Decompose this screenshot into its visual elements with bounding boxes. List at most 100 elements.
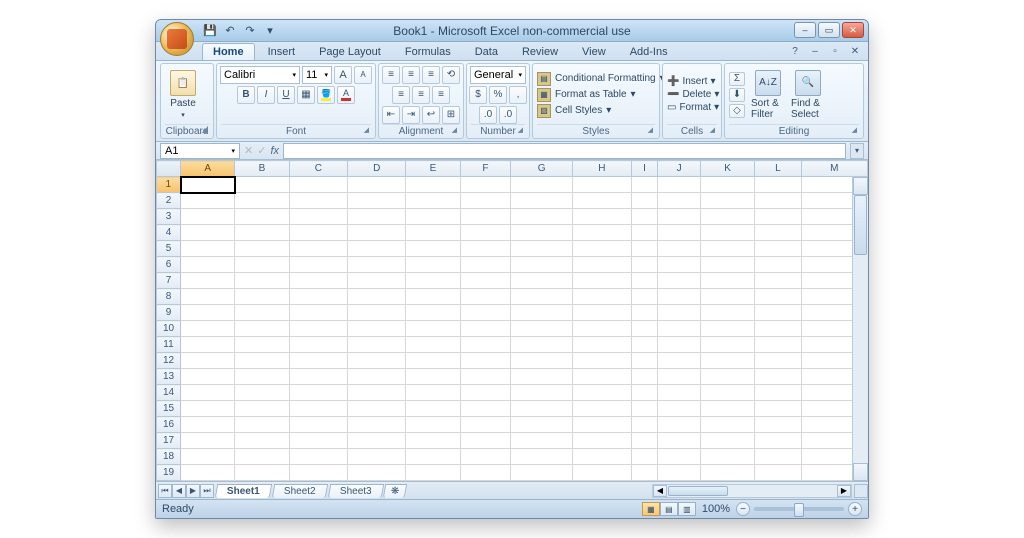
expand-formula-bar-icon[interactable]: ▾ bbox=[850, 143, 864, 159]
cell-A11[interactable] bbox=[181, 337, 235, 353]
sort-filter-button[interactable]: A↓Z Sort & Filter bbox=[751, 70, 785, 120]
cell-D16[interactable] bbox=[348, 417, 406, 433]
cell-B8[interactable] bbox=[235, 289, 289, 305]
cell-J2[interactable] bbox=[658, 193, 701, 209]
cell-H13[interactable] bbox=[573, 369, 631, 385]
cell-H8[interactable] bbox=[573, 289, 631, 305]
cell-J5[interactable] bbox=[658, 241, 701, 257]
cell-F5[interactable] bbox=[460, 241, 510, 257]
cell-B10[interactable] bbox=[235, 321, 289, 337]
cell-B6[interactable] bbox=[235, 257, 289, 273]
minimize-button[interactable]: – bbox=[794, 22, 816, 38]
cell-H7[interactable] bbox=[573, 273, 631, 289]
horizontal-scrollbar[interactable]: ◀▶ bbox=[652, 484, 852, 498]
cell-G1[interactable] bbox=[511, 177, 573, 193]
cell-J19[interactable] bbox=[658, 465, 701, 481]
cell-A13[interactable] bbox=[181, 369, 235, 385]
cell-H14[interactable] bbox=[573, 385, 631, 401]
cell-L11[interactable] bbox=[755, 337, 801, 353]
cell-B16[interactable] bbox=[235, 417, 289, 433]
cell-J17[interactable] bbox=[658, 433, 701, 449]
cell-L8[interactable] bbox=[755, 289, 801, 305]
cell-D11[interactable] bbox=[348, 337, 406, 353]
cell-F3[interactable] bbox=[460, 209, 510, 225]
cell-C16[interactable] bbox=[289, 417, 347, 433]
cell-G8[interactable] bbox=[511, 289, 573, 305]
cell-E19[interactable] bbox=[406, 465, 460, 481]
font-size-combo[interactable]: 11▾ bbox=[302, 66, 332, 84]
prev-sheet-button[interactable]: ◀ bbox=[172, 484, 186, 498]
cell-E5[interactable] bbox=[406, 241, 460, 257]
cell-A2[interactable] bbox=[181, 193, 235, 209]
cell-J3[interactable] bbox=[658, 209, 701, 225]
cell-B18[interactable] bbox=[235, 449, 289, 465]
cell-E17[interactable] bbox=[406, 433, 460, 449]
cell-F4[interactable] bbox=[460, 225, 510, 241]
cell-B12[interactable] bbox=[235, 353, 289, 369]
font-name-combo[interactable]: Calibri▾ bbox=[220, 66, 300, 84]
cell-J14[interactable] bbox=[658, 385, 701, 401]
row-header-15[interactable]: 15 bbox=[157, 401, 181, 417]
page-layout-view-button[interactable]: ▤ bbox=[660, 502, 678, 516]
close-button[interactable]: ✕ bbox=[842, 22, 864, 38]
merge-center-button[interactable]: ⊞ bbox=[442, 106, 460, 124]
next-sheet-button[interactable]: ▶ bbox=[186, 484, 200, 498]
cell-J12[interactable] bbox=[658, 353, 701, 369]
sheet-tab-sheet3[interactable]: Sheet3 bbox=[327, 484, 383, 498]
cell-J8[interactable] bbox=[658, 289, 701, 305]
save-icon[interactable]: 💾 bbox=[202, 23, 218, 39]
cell-H3[interactable] bbox=[573, 209, 631, 225]
cell-F9[interactable] bbox=[460, 305, 510, 321]
align-middle-button[interactable]: ≡ bbox=[402, 66, 420, 84]
percent-format-button[interactable]: % bbox=[489, 86, 507, 104]
cell-C12[interactable] bbox=[289, 353, 347, 369]
cell-I15[interactable] bbox=[631, 401, 658, 417]
cell-F10[interactable] bbox=[460, 321, 510, 337]
cell-K18[interactable] bbox=[700, 449, 754, 465]
cell-I7[interactable] bbox=[631, 273, 658, 289]
cell-G19[interactable] bbox=[511, 465, 573, 481]
cell-D19[interactable] bbox=[348, 465, 406, 481]
cell-G2[interactable] bbox=[511, 193, 573, 209]
cell-K1[interactable] bbox=[700, 177, 754, 193]
col-header-L[interactable]: L bbox=[755, 161, 801, 177]
cell-A14[interactable] bbox=[181, 385, 235, 401]
row-header-9[interactable]: 9 bbox=[157, 305, 181, 321]
cell-C7[interactable] bbox=[289, 273, 347, 289]
row-header-5[interactable]: 5 bbox=[157, 241, 181, 257]
cell-C4[interactable] bbox=[289, 225, 347, 241]
cell-E18[interactable] bbox=[406, 449, 460, 465]
align-top-button[interactable]: ≡ bbox=[382, 66, 400, 84]
cell-B14[interactable] bbox=[235, 385, 289, 401]
cell-L9[interactable] bbox=[755, 305, 801, 321]
accounting-format-button[interactable]: $ bbox=[469, 86, 487, 104]
row-header-3[interactable]: 3 bbox=[157, 209, 181, 225]
cell-A18[interactable] bbox=[181, 449, 235, 465]
cell-L3[interactable] bbox=[755, 209, 801, 225]
row-header-12[interactable]: 12 bbox=[157, 353, 181, 369]
cell-C14[interactable] bbox=[289, 385, 347, 401]
cell-C6[interactable] bbox=[289, 257, 347, 273]
maximize-button[interactable]: ▭ bbox=[818, 22, 840, 38]
cell-H6[interactable] bbox=[573, 257, 631, 273]
align-bottom-button[interactable]: ≡ bbox=[422, 66, 440, 84]
col-header-C[interactable]: C bbox=[289, 161, 347, 177]
cell-K7[interactable] bbox=[700, 273, 754, 289]
cell-F2[interactable] bbox=[460, 193, 510, 209]
col-header-F[interactable]: F bbox=[460, 161, 510, 177]
cell-F7[interactable] bbox=[460, 273, 510, 289]
zoom-slider[interactable] bbox=[754, 507, 844, 511]
align-right-button[interactable]: ≡ bbox=[432, 86, 450, 104]
cell-styles-button[interactable]: ▧Cell Styles ▾ bbox=[537, 104, 665, 118]
cell-A10[interactable] bbox=[181, 321, 235, 337]
cell-B1[interactable] bbox=[235, 177, 289, 193]
col-header-D[interactable]: D bbox=[348, 161, 406, 177]
row-header-19[interactable]: 19 bbox=[157, 465, 181, 481]
tab-insert[interactable]: Insert bbox=[257, 43, 307, 60]
find-select-button[interactable]: 🔍 Find & Select bbox=[791, 70, 825, 120]
cell-A3[interactable] bbox=[181, 209, 235, 225]
decrease-indent-button[interactable]: ⇤ bbox=[382, 106, 400, 124]
cell-D17[interactable] bbox=[348, 433, 406, 449]
cell-D4[interactable] bbox=[348, 225, 406, 241]
cell-H15[interactable] bbox=[573, 401, 631, 417]
